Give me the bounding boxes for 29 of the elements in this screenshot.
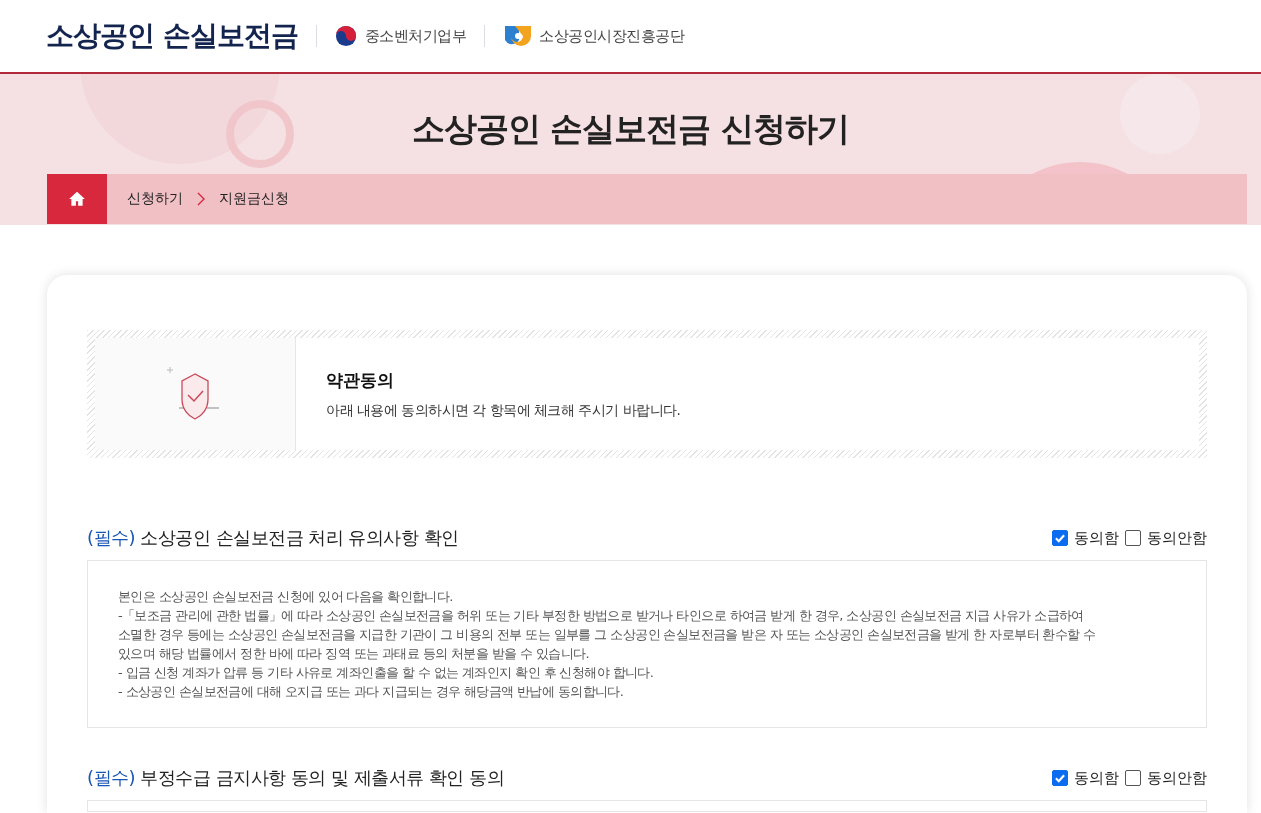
section-title: (필수) 소상공인 손실보전금 처리 유의사항 확인 <box>87 526 459 550</box>
checkbox-label[interactable]: 동의함 <box>1074 768 1119 788</box>
terms-text: 소멸한 경우 등에는 소상공인 손실보전금을 지급한 기관이 그 비용의 전부 또는 일부를 그 소상공인 손실보전금을 받은 자 또는 소상공인 손실보전금을 받게 한 자로부터 환수할 수 <box>118 626 1097 644</box>
ministry-name[interactable]: 중소벤처기업부 <box>364 26 467 46</box>
page-title: 소상공인 손실보전금 신청하기 <box>411 108 850 150</box>
checkbox[interactable] <box>1052 770 1068 786</box>
checkbox[interactable] <box>1125 530 1141 546</box>
terms-text: - 입금 신청 계좌가 압류 등 기타 사유로 계좌인출을 할 수 없는 계좌인지 확인 후 신청해야 합니다. <box>118 664 655 682</box>
checkbox-label[interactable]: 동의함 <box>1074 528 1119 548</box>
checkbox[interactable] <box>1052 530 1068 546</box>
site-title[interactable]: 소상공인 손실보전금 <box>46 17 298 55</box>
breadcrumb-link[interactable]: 지원금신청 <box>219 190 289 208</box>
logo-icon <box>503 24 534 48</box>
agency-name[interactable]: 소상공인시장진흥공단 <box>539 26 685 46</box>
section-title: (필수) 부정수급 금지사항 동의 및 제출서류 확인 동의 <box>87 766 505 790</box>
breadcrumb-link[interactable]: 신청하기 <box>127 190 183 208</box>
emblem-icon <box>334 25 357 47</box>
intro-description: 아래 내용에 동의하시면 각 항목에 체크해 주시기 바랍니다. <box>326 401 682 420</box>
terms-text: -「보조금 관리에 관한 법률」에 따라 소상공인 손실보전금을 허위 또는 기타 부정한 방법으로 받거나 타인으로 하여금 받게 한 경우, 소상공인 손실보전금 지급 사유가 소급하여 <box>118 607 1085 625</box>
terms-text: - 소상공인 손실보전금에 대해 오지급 또는 과다 지급되는 경우 해당금액 반납에 동의합니다. <box>118 683 625 701</box>
checkbox[interactable] <box>1125 770 1141 786</box>
home-button[interactable] <box>47 174 107 224</box>
intro-title: 약관동의 <box>326 368 395 392</box>
checkbox-label[interactable]: 동의안함 <box>1147 528 1207 548</box>
checkbox-label[interactable]: 동의안함 <box>1147 768 1207 788</box>
chevron-icon <box>197 192 205 206</box>
home-icon <box>68 190 86 208</box>
terms-text: 본인은 소상공인 손실보전금 신청에 있어 다음을 확인합니다. <box>118 588 454 606</box>
terms-text: 있으며 해당 법률에서 정한 바에 따라 징역 또는 과태료 등의 처분을 받을 수 있습니다. <box>118 645 591 663</box>
